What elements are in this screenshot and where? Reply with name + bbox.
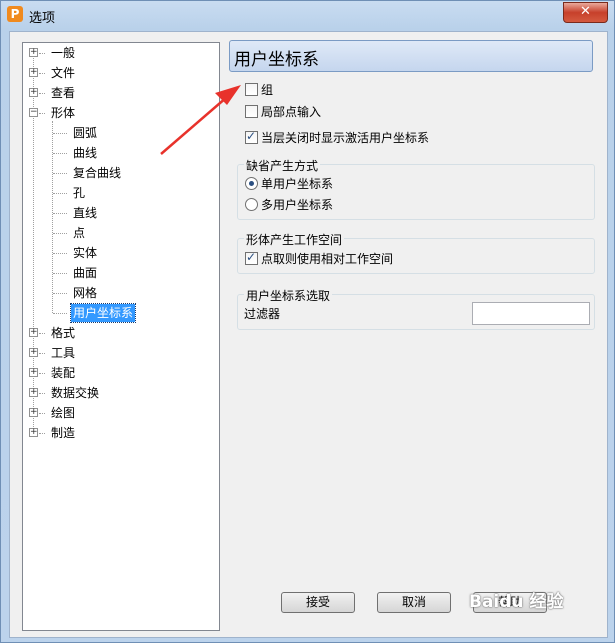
annotation-arrow [160,85,241,155]
options-dialog: P 选项 ✕ + 一般 + 文件 + 查看 − 形体 圆弧 曲线 复合曲线孔直线点实体 曲面 网格 用户坐… [0,0,615,643]
baidu-watermark: Baidu 经验 [469,592,564,612]
arrow-head [215,85,241,105]
arrow-shaft [160,96,228,155]
